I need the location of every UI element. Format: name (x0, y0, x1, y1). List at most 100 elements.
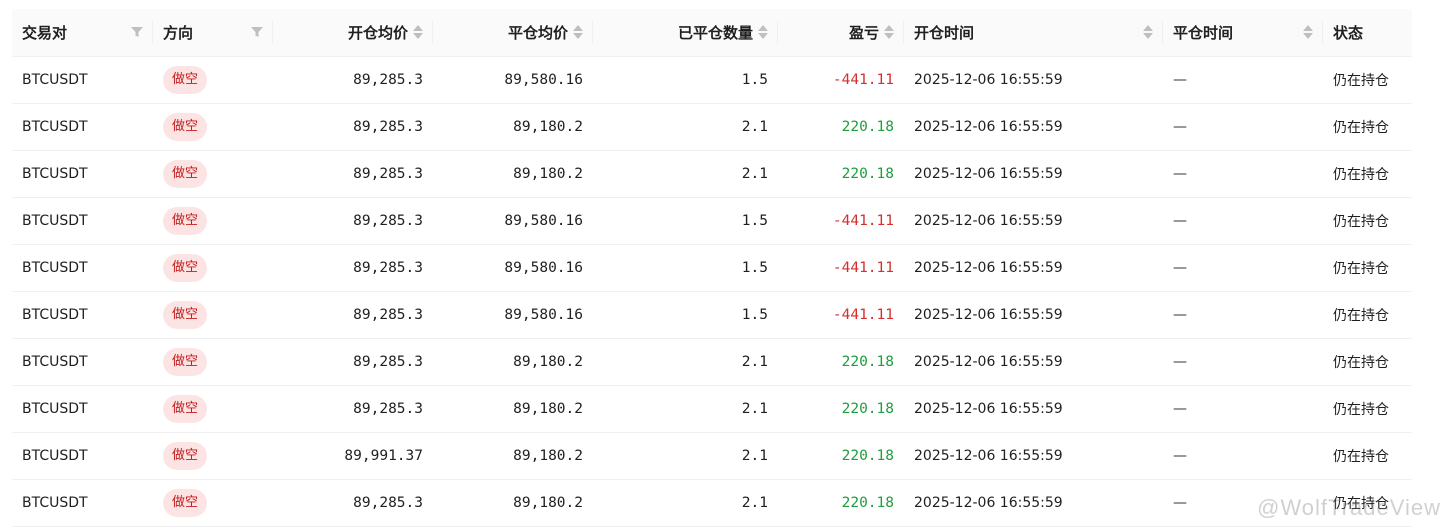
cell-close-avg: 89,180.2 (433, 150, 593, 198)
cell-close-avg: 89,180.2 (433, 432, 593, 480)
table-row[interactable]: BTCUSDT 做空 89,285.3 89,180.2 2.1 220.18 2025-1… (12, 385, 1412, 433)
cell-open-time: 2025-12-06 16:55:59 (904, 479, 1163, 527)
direction-badge: 做空 (163, 300, 208, 329)
cell-direction: 做空 (153, 197, 273, 245)
cell-pnl: -441.11 (778, 56, 904, 104)
table-row[interactable]: BTCUSDT 做空 89,285.3 89,580.16 1.5 -441.11 2025… (12, 291, 1412, 339)
sort-icon[interactable] (413, 25, 423, 40)
cell-close-time: — (1163, 150, 1323, 198)
cell-direction: 做空 (153, 432, 273, 480)
table-row[interactable]: BTCUSDT 做空 89,285.3 89,580.16 1.5 -441.11 2025… (12, 56, 1412, 104)
cell-open-time: 2025-12-06 16:55:59 (904, 150, 1163, 198)
table-row[interactable]: BTCUSDT 做空 89,285.3 89,180.2 2.1 220.18 2025-1… (12, 150, 1412, 198)
cell-pnl: 220.18 (778, 103, 904, 151)
cell-close-time: — (1163, 103, 1323, 151)
direction-badge: 做空 (163, 441, 208, 470)
sort-icon[interactable] (758, 25, 768, 40)
cell-pair: BTCUSDT (12, 385, 153, 433)
table-row[interactable]: BTCUSDT 做空 89,991.37 89,180.2 2.1 220.18 2025-… (12, 432, 1412, 480)
cell-pnl: -441.11 (778, 197, 904, 245)
cell-close-avg: 89,580.16 (433, 56, 593, 104)
col-header-pnl-label: 盈亏 (848, 23, 879, 42)
col-header-open-time[interactable]: 开仓时间 (904, 9, 1163, 57)
col-header-open-avg-label: 开仓均价 (347, 23, 408, 42)
cell-open-time: 2025-12-06 16:55:59 (904, 291, 1163, 339)
cell-closed-qty: 2.1 (593, 338, 778, 386)
cell-pair: BTCUSDT (12, 103, 153, 151)
positions-table: 交易对 方向 开仓均价 平仓均价 已平仓数量 盈亏 开仓时间 平仓时间 状态 B… (12, 9, 1412, 527)
sort-icon[interactable] (1303, 25, 1313, 40)
cell-close-time: — (1163, 56, 1323, 104)
cell-open-time: 2025-12-06 16:55:59 (904, 385, 1163, 433)
cell-pair: BTCUSDT (12, 291, 153, 339)
cell-close-time: — (1163, 244, 1323, 292)
col-header-close-avg[interactable]: 平仓均价 (433, 9, 593, 57)
cell-direction: 做空 (153, 56, 273, 104)
table-row[interactable]: BTCUSDT 做空 89,285.3 89,180.2 2.1 220.18 2025-1… (12, 103, 1412, 151)
cell-open-time: 2025-12-06 16:55:59 (904, 56, 1163, 104)
cell-pair: BTCUSDT (12, 244, 153, 292)
filter-icon[interactable] (251, 26, 263, 38)
table-body: BTCUSDT 做空 89,285.3 89,580.16 1.5 -441.11 2025… (12, 56, 1412, 527)
table-row[interactable]: BTCUSDT 做空 89,285.3 89,180.2 2.1 220.18 2025-1… (12, 338, 1412, 386)
col-header-status: 状态 (1323, 9, 1412, 57)
col-header-pair-label: 交易对 (22, 23, 68, 42)
cell-closed-qty: 1.5 (593, 197, 778, 245)
cell-close-avg: 89,180.2 (433, 479, 593, 527)
direction-badge: 做空 (163, 206, 208, 235)
col-header-direction: 方向 (153, 9, 273, 57)
cell-status: 仍在持仓 (1323, 432, 1412, 480)
direction-badge: 做空 (163, 159, 208, 188)
cell-pair: BTCUSDT (12, 479, 153, 527)
cell-close-time: — (1163, 197, 1323, 245)
cell-open-avg: 89,285.3 (273, 338, 433, 386)
cell-open-avg: 89,285.3 (273, 197, 433, 245)
cell-direction: 做空 (153, 103, 273, 151)
sort-icon[interactable] (1143, 25, 1153, 40)
watermark: @WolfTradeView (1257, 495, 1441, 520)
cell-close-avg: 89,580.16 (433, 244, 593, 292)
cell-close-avg: 89,180.2 (433, 338, 593, 386)
cell-open-avg: 89,285.3 (273, 479, 433, 527)
cell-pair: BTCUSDT (12, 197, 153, 245)
cell-close-avg: 89,180.2 (433, 103, 593, 151)
cell-open-time: 2025-12-06 16:55:59 (904, 244, 1163, 292)
filter-icon[interactable] (131, 26, 143, 38)
col-header-pair: 交易对 (12, 9, 153, 57)
cell-close-avg: 89,580.16 (433, 291, 593, 339)
cell-direction: 做空 (153, 291, 273, 339)
cell-pnl: -441.11 (778, 244, 904, 292)
cell-open-avg: 89,285.3 (273, 244, 433, 292)
cell-closed-qty: 2.1 (593, 103, 778, 151)
cell-pnl: 220.18 (778, 338, 904, 386)
table-row[interactable]: BTCUSDT 做空 89,285.3 89,580.16 1.5 -441.11 2025… (12, 197, 1412, 245)
cell-open-avg: 89,991.37 (273, 432, 433, 480)
cell-pnl: 220.18 (778, 479, 904, 527)
direction-badge: 做空 (163, 347, 208, 376)
cell-open-avg: 89,285.3 (273, 291, 433, 339)
col-header-open-avg[interactable]: 开仓均价 (273, 9, 433, 57)
col-header-closed-qty-label: 已平仓数量 (677, 23, 753, 42)
table-row[interactable]: BTCUSDT 做空 89,285.3 89,580.16 1.5 -441.11 2025… (12, 244, 1412, 292)
table-row[interactable]: BTCUSDT 做空 89,285.3 89,180.2 2.1 220.18 2025-1… (12, 479, 1412, 527)
positions-table-container: 交易对 方向 开仓均价 平仓均价 已平仓数量 盈亏 开仓时间 平仓时间 状态 B… (12, 9, 1412, 531)
col-header-close-time[interactable]: 平仓时间 (1163, 9, 1323, 57)
cell-status: 仍在持仓 (1323, 338, 1412, 386)
cell-open-time: 2025-12-06 16:55:59 (904, 197, 1163, 245)
col-header-direction-label: 方向 (163, 23, 194, 42)
cell-close-time: — (1163, 291, 1323, 339)
sort-icon[interactable] (884, 25, 894, 40)
cell-direction: 做空 (153, 244, 273, 292)
cell-closed-qty: 1.5 (593, 291, 778, 339)
col-header-status-label: 状态 (1333, 23, 1364, 42)
cell-open-time: 2025-12-06 16:55:59 (904, 338, 1163, 386)
cell-pnl: 220.18 (778, 385, 904, 433)
col-header-closed-qty[interactable]: 已平仓数量 (593, 9, 778, 57)
col-header-pnl[interactable]: 盈亏 (778, 9, 904, 57)
col-header-close-avg-label: 平仓均价 (507, 23, 568, 42)
cell-closed-qty: 2.1 (593, 385, 778, 433)
sort-icon[interactable] (573, 25, 583, 40)
cell-status: 仍在持仓 (1323, 103, 1412, 151)
cell-direction: 做空 (153, 385, 273, 433)
cell-close-time: — (1163, 338, 1323, 386)
